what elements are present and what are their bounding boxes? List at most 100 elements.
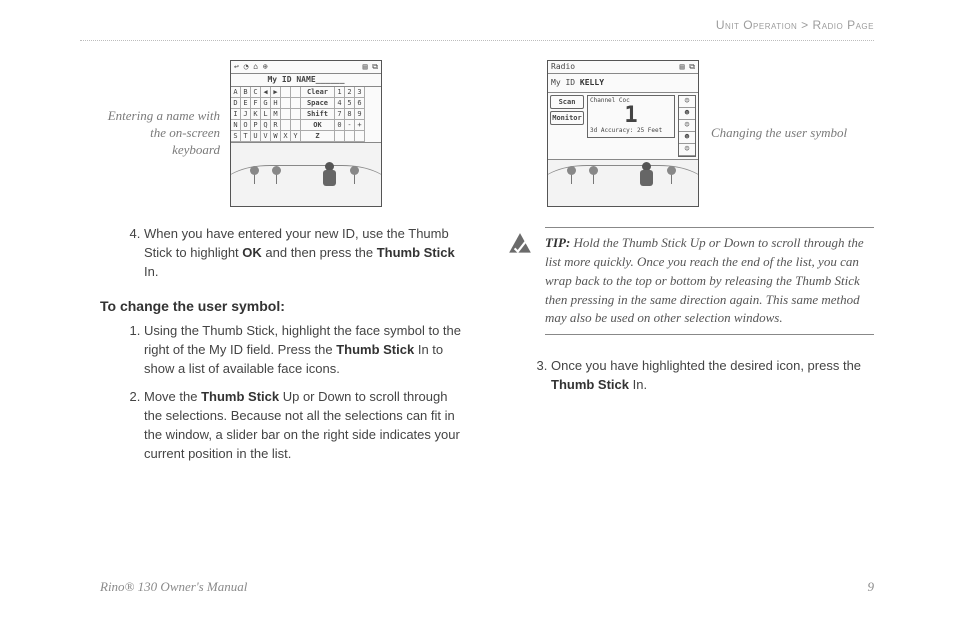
radio-channel-box: Channel Coc 1 3d Accuracy: 25 Feet xyxy=(587,95,675,138)
monitor-button: Monitor xyxy=(550,111,584,125)
radio-myid-row: My ID KELLY xyxy=(548,74,698,93)
person-icon xyxy=(638,162,656,190)
kw-thumb-stick: Thumb Stick xyxy=(336,342,414,357)
face-icon-list: ☺ ☻ ☺ ☻ ☺ xyxy=(678,95,696,157)
instruction-step-2: Move the Thumb Stick Up or Down to scrol… xyxy=(144,388,467,463)
myid-label: My ID xyxy=(551,78,575,87)
device-status-bar: Radio ▤ ⧉ xyxy=(548,61,698,74)
face-icon: ☺ xyxy=(679,96,695,108)
key-i: I xyxy=(231,109,241,120)
key-8: 8 xyxy=(345,109,355,120)
key-blank xyxy=(335,131,345,142)
scan-button: Scan xyxy=(550,95,584,109)
key-blank xyxy=(281,109,291,120)
key-blank xyxy=(281,98,291,109)
kw-thumb-stick: Thumb Stick xyxy=(377,245,455,260)
kw-ok: OK xyxy=(242,245,262,260)
key-blank xyxy=(291,98,301,109)
key-d: D xyxy=(231,98,241,109)
key-blank xyxy=(345,131,355,142)
right-column: Radio ▤ ⧉ My ID KELLY Scan Monitor Chann… xyxy=(507,60,874,561)
key-u: U xyxy=(251,131,261,142)
key-space: Space xyxy=(301,98,335,109)
instruction-step-3: Once you have highlighted the desired ic… xyxy=(551,357,874,395)
key-t: T xyxy=(241,131,251,142)
device-screenshot-radio: Radio ▤ ⧉ My ID KELLY Scan Monitor Chann… xyxy=(547,60,699,207)
channel-number: 1 xyxy=(590,105,672,127)
instruction-list-right: Once you have highlighted the desired ic… xyxy=(507,357,874,395)
key-n: N xyxy=(231,120,241,131)
header-divider xyxy=(80,40,874,41)
radio-buttons: Scan Monitor xyxy=(550,95,584,125)
device-scene xyxy=(231,143,381,206)
tip-text: TIP: Hold the Thumb Stick Up or Down to … xyxy=(545,227,874,335)
key-blank xyxy=(291,109,301,120)
kw-thumb-stick: Thumb Stick xyxy=(551,377,629,392)
tip-label: TIP: xyxy=(545,235,570,250)
key-l: L xyxy=(261,109,271,120)
tree-icon xyxy=(354,172,355,184)
key-c: C xyxy=(251,87,261,98)
figure-user-symbol: Radio ▤ ⧉ My ID KELLY Scan Monitor Chann… xyxy=(547,60,874,207)
figure-caption-left: Entering a name with the on-screen keybo… xyxy=(100,108,220,159)
tree-icon xyxy=(571,172,572,184)
key-0: 0 xyxy=(335,120,345,131)
key-q: Q xyxy=(261,120,271,131)
left-column: Entering a name with the on-screen keybo… xyxy=(100,60,467,561)
key-blank xyxy=(281,87,291,98)
key-5: 5 xyxy=(345,98,355,109)
page-body: Entering a name with the on-screen keybo… xyxy=(100,60,874,561)
section-heading-change-symbol: To change the user symbol: xyxy=(100,296,467,316)
device-scene xyxy=(548,160,698,206)
step-text: In. xyxy=(629,377,647,392)
accuracy-label: 3d Accuracy: 25 Feet xyxy=(590,127,672,136)
status-icons-left: ↩ ◔ ⌂ ⊕ xyxy=(234,61,268,73)
radio-body: Scan Monitor Channel Coc 1 3d Accuracy: … xyxy=(548,93,698,160)
person-icon xyxy=(321,162,339,190)
breadcrumb: Unit Operation > Radio Page xyxy=(716,18,874,32)
kw-thumb-stick: Thumb Stick xyxy=(201,389,279,404)
step-text: and then press the xyxy=(262,245,377,260)
key-g: G xyxy=(261,98,271,109)
face-icon: ☺ xyxy=(679,144,695,156)
key-r: R xyxy=(271,120,281,131)
footer-page-number: 9 xyxy=(868,579,875,595)
footer-title: Rino® 130 Owner's Manual xyxy=(100,579,247,595)
key-clear: Clear xyxy=(301,87,335,98)
key-3: 3 xyxy=(355,87,365,98)
tip-body: Hold the Thumb Stick Up or Down to scrol… xyxy=(545,235,864,325)
instruction-list-symbol: Using the Thumb Stick, highlight the fac… xyxy=(100,322,467,464)
key-j: J xyxy=(241,109,251,120)
key-◀: ◀ xyxy=(261,87,271,98)
onscreen-keyboard: ABC◀▶Clear123DEFGHSpace456IJKLMShift789N… xyxy=(231,87,381,143)
key-▶: ▶ xyxy=(271,87,281,98)
key-a: A xyxy=(231,87,241,98)
key-9: 9 xyxy=(355,109,365,120)
key-z: Z xyxy=(301,131,335,142)
key-b: B xyxy=(241,87,251,98)
key-1: 1 xyxy=(335,87,345,98)
tip-callout: TIP: Hold the Thumb Stick Up or Down to … xyxy=(507,227,874,335)
key-m: M xyxy=(271,109,281,120)
key-7: 7 xyxy=(335,109,345,120)
status-icons-right: ▤ ⧉ xyxy=(363,61,378,73)
key-2: 2 xyxy=(345,87,355,98)
key-e: E xyxy=(241,98,251,109)
status-icons-right: ▤ ⧉ xyxy=(680,61,695,73)
key-h: H xyxy=(271,98,281,109)
tree-icon xyxy=(671,172,672,184)
tip-triangle-icon xyxy=(507,231,533,257)
key-f: F xyxy=(251,98,261,109)
key-blank xyxy=(291,120,301,131)
key-blank xyxy=(291,87,301,98)
key--: - xyxy=(345,120,355,131)
myid-value: KELLY xyxy=(580,78,604,87)
device-myid-field: My ID NAME______ xyxy=(231,74,381,87)
key-x: X xyxy=(281,131,291,142)
key-o: O xyxy=(241,120,251,131)
face-icon: ☺ xyxy=(679,120,695,132)
instruction-list-continued: When you have entered your new ID, use t… xyxy=(100,225,467,282)
breadcrumb-page: Radio Page xyxy=(813,18,874,32)
breadcrumb-section: Unit Operation xyxy=(716,18,798,32)
face-icon: ☻ xyxy=(679,108,695,120)
